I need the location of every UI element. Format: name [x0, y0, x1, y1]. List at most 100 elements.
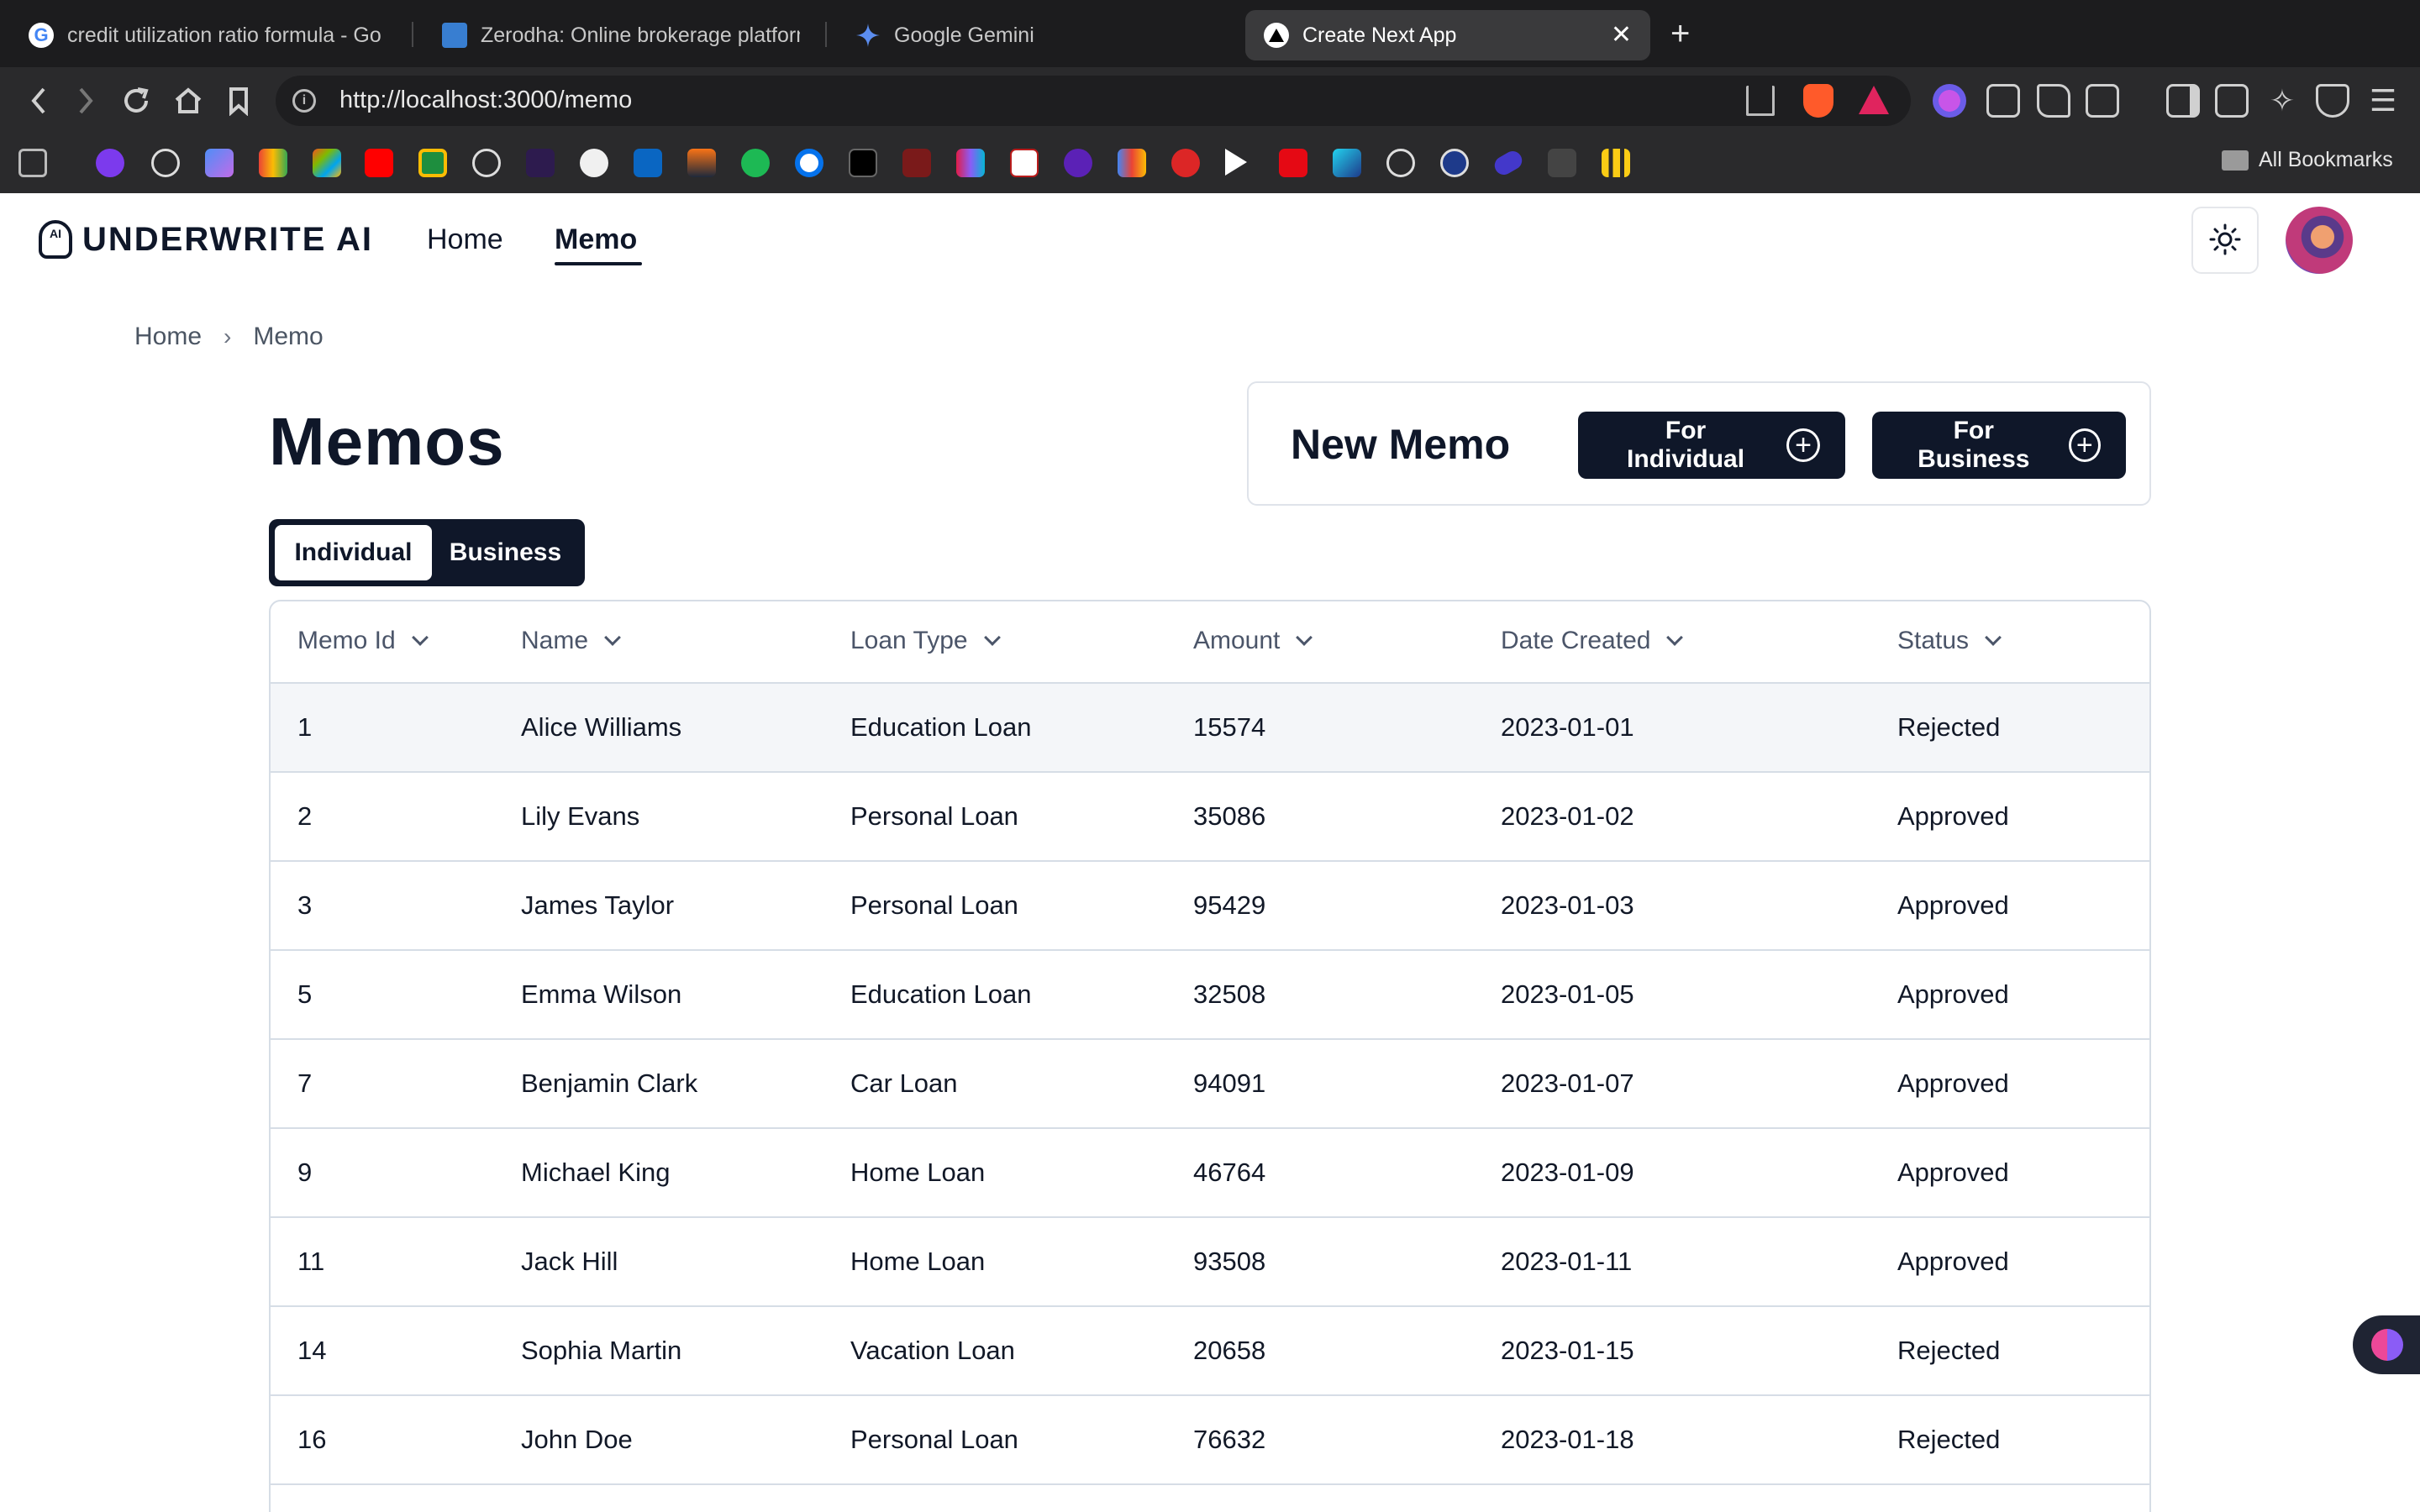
user-avatar[interactable] [2286, 207, 2353, 274]
cell-memo-id: 5 [297, 979, 313, 1009]
breadcrumb-home[interactable]: Home [134, 323, 202, 351]
brave-shields-icon[interactable] [1803, 84, 1833, 118]
gmail-icon[interactable] [259, 149, 287, 177]
youtube-icon[interactable] [365, 149, 393, 177]
linkedin-icon[interactable] [634, 149, 662, 177]
yahoo-icon[interactable] [1064, 149, 1092, 177]
chevron-down-icon [983, 629, 1001, 646]
youtube-red-icon[interactable] [1171, 149, 1200, 177]
table-row[interactable]: 14 Sophia Martin Vacation Loan 20658 2023-01… [271, 1307, 2149, 1396]
chevron-right-icon: › [224, 323, 232, 349]
info-icon[interactable]: i [292, 89, 316, 113]
table-row[interactable]: 16 John Doe Personal Loan 76632 2023-01-18 Re… [271, 1396, 2149, 1485]
google-icon: G [29, 23, 54, 48]
column-label: Date Created [1501, 627, 1651, 654]
column-header-amount[interactable]: Amount [1193, 627, 1313, 655]
column-header-name[interactable]: Name [521, 627, 621, 655]
share-icon[interactable] [1746, 86, 1775, 116]
cell-status: Rejected [1897, 1425, 2001, 1454]
drive-icon[interactable] [1118, 149, 1146, 177]
browser-tab-active[interactable]: Create Next App ✕ [1245, 10, 1650, 60]
mirror-icon[interactable] [687, 149, 716, 177]
cell-name: Michael King [521, 1158, 671, 1187]
avatar-icon[interactable] [1548, 149, 1576, 177]
column-header-loan-type[interactable]: Loan Type [850, 627, 1001, 655]
leo-ai-icon[interactable]: ✧ [2265, 84, 2299, 118]
app-logo[interactable]: AI UNDERWRITE AI [39, 220, 373, 259]
bars-icon[interactable] [1602, 149, 1630, 177]
hashnode-icon[interactable] [526, 149, 555, 177]
onepassword-icon[interactable] [795, 149, 823, 177]
brain-icon [2371, 1329, 2403, 1361]
classroom-icon[interactable] [418, 149, 447, 177]
column-header-status[interactable]: Status [1897, 627, 2002, 655]
office-icon[interactable] [313, 149, 341, 177]
speed-icon[interactable] [151, 149, 180, 177]
chevron-down-icon [1666, 629, 1684, 646]
browser-tab[interactable]: Zerodha: Online brokerage platform [424, 10, 818, 60]
link-icon[interactable] [1491, 147, 1526, 179]
openai-icon[interactable] [1386, 149, 1415, 177]
theme-toggle-button[interactable] [2191, 207, 2259, 274]
brave-rewards-icon[interactable] [1859, 86, 1889, 114]
td-icon[interactable] [902, 149, 931, 177]
x-icon[interactable] [849, 149, 877, 177]
browser-tab[interactable]: Google Gemini [837, 10, 1232, 60]
spotify-icon[interactable] [741, 149, 770, 177]
breadcrumb-memo[interactable]: Memo [253, 323, 323, 351]
new-memo-card: New Memo For Individual + For Business + [1247, 381, 2151, 506]
cell-status: Rejected [1897, 1336, 2001, 1365]
dictionary-icon[interactable] [1010, 149, 1039, 177]
extensions-icon[interactable] [2037, 84, 2070, 118]
column-header-date-created[interactable]: Date Created [1501, 627, 1684, 655]
chatgpt-icon[interactable] [472, 149, 501, 177]
table-row[interactable]: 5 Emma Wilson Education Loan 32508 2023-01-0… [271, 951, 2149, 1040]
new-business-memo-button[interactable]: For Business + [1872, 412, 2126, 479]
tab-individual[interactable]: Individual [275, 525, 432, 580]
table-row[interactable]: 3 James Taylor Personal Loan 95429 2023-01-0… [271, 862, 2149, 951]
tab-business[interactable]: Business [432, 525, 579, 580]
home-icon[interactable] [170, 82, 207, 119]
new-individual-memo-button[interactable]: For Individual + [1578, 412, 1845, 479]
medium-icon[interactable] [956, 149, 985, 177]
nav-memo[interactable]: Memo [555, 223, 637, 256]
table-row[interactable]: 1 Alice Williams Education Loan 15574 2023-0… [271, 684, 2149, 773]
gemini-icon[interactable] [205, 149, 234, 177]
ai-assistant-button[interactable] [2353, 1315, 2420, 1374]
ublock-icon[interactable] [96, 149, 124, 177]
translate-extension-icon[interactable] [1986, 84, 2020, 118]
address-bar[interactable]: i http://localhost:3000/memo [276, 76, 1911, 126]
all-bookmarks-label: All Bookmarks [2259, 148, 2393, 171]
table-row[interactable]: 9 Michael King Home Loan 46764 2023-01-09 App… [271, 1129, 2149, 1218]
memos-table: Memo Id Name Loan Type Amount Date Creat… [269, 600, 2151, 1512]
netflix-icon[interactable] [1279, 149, 1307, 177]
sidebar-icon[interactable] [2166, 84, 2200, 118]
apps-icon[interactable] [18, 149, 47, 177]
new-tab-button[interactable]: + [1670, 13, 1690, 54]
back-icon[interactable] [20, 82, 57, 119]
table-row[interactable]: 11 Jack Hill Home Loan 93508 2023-01-11 Appro… [271, 1218, 2149, 1307]
forward-icon[interactable] [67, 82, 104, 119]
wordpress-icon[interactable] [1440, 149, 1469, 177]
play-icon[interactable] [1225, 149, 1247, 176]
wallet-icon[interactable] [2215, 84, 2249, 118]
brain-extension-icon[interactable] [1933, 84, 1966, 118]
cell-loan-type: Education Loan [850, 979, 1032, 1009]
all-bookmarks[interactable]: All Bookmarks [2222, 148, 2393, 172]
reader-mode-icon[interactable] [2086, 84, 2119, 118]
github-icon[interactable] [580, 149, 608, 177]
table-row[interactable]: 2 Lily Evans Personal Loan 35086 2023-01-02 A… [271, 773, 2149, 862]
cell-amount: 95429 [1193, 890, 1266, 920]
table-row[interactable]: 7 Benjamin Clark Car Loan 94091 2023-01-07 Ap… [271, 1040, 2149, 1129]
cell-memo-id: 14 [297, 1336, 327, 1365]
browser-tab[interactable]: G credit utilization ratio formula - Go [10, 10, 405, 60]
close-icon[interactable]: ✕ [1611, 23, 1632, 48]
menu-icon[interactable]: ☰ [2366, 84, 2400, 118]
nav-home[interactable]: Home [427, 223, 503, 256]
vpn-shield-icon[interactable] [2316, 84, 2349, 118]
reload-icon[interactable] [118, 82, 155, 119]
cell-date-created: 2023-01-18 [1501, 1425, 1634, 1454]
photo-icon[interactable] [1333, 149, 1361, 177]
column-header-memo-id[interactable]: Memo Id [297, 627, 429, 655]
bookmark-icon[interactable] [220, 82, 257, 119]
